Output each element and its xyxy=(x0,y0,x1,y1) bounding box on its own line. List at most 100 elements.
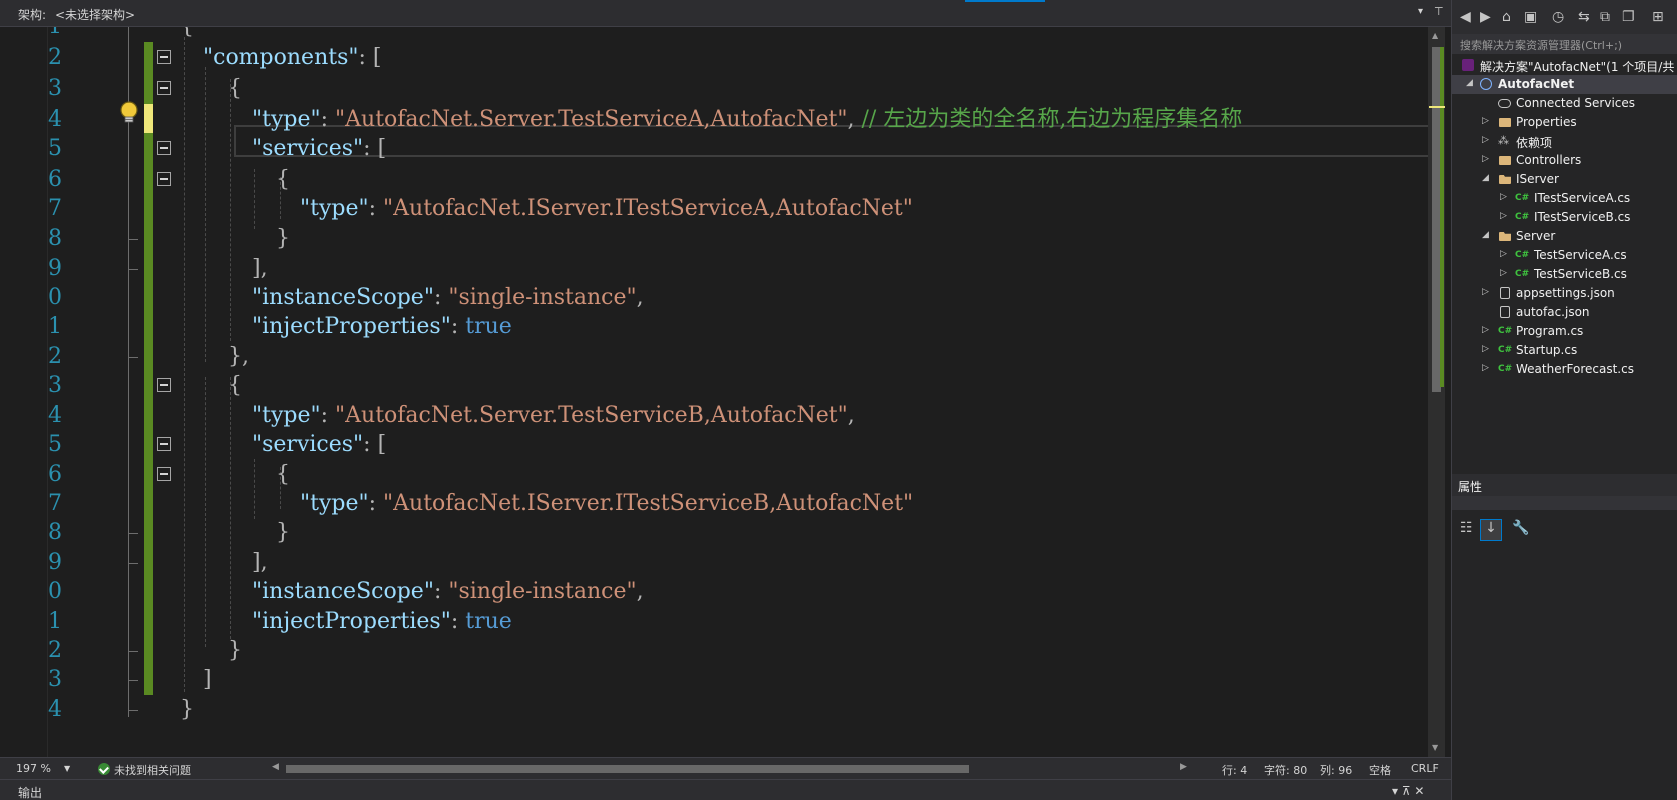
output-panel-header: 输出 ▾ ⊼ ✕ xyxy=(0,779,1451,800)
panel-controls[interactable]: ▾ ⊼ ✕ xyxy=(1392,784,1425,798)
json-file-icon xyxy=(1500,306,1510,318)
collapse-icon[interactable] xyxy=(157,467,171,481)
tree-item[interactable]: ▷ C# WeatherForecast.cs xyxy=(1452,360,1677,379)
tree-project[interactable]: ◢ AutofacNet xyxy=(1452,75,1677,94)
categorized-icon[interactable]: ☷ xyxy=(1460,520,1473,536)
change-marker xyxy=(144,547,153,578)
scroll-down-icon[interactable]: ▼ xyxy=(1432,743,1438,752)
tree-item[interactable]: ▷ C# ITestServiceB.cs xyxy=(1452,208,1677,227)
web-project-icon xyxy=(1480,78,1492,90)
expanded-icon[interactable]: ◢ xyxy=(1482,230,1489,240)
collapse-icon[interactable] xyxy=(157,141,171,155)
collapsed-icon[interactable]: ▷ xyxy=(1482,287,1489,297)
change-marker xyxy=(144,459,153,490)
tree-item[interactable]: ◢ IServer xyxy=(1452,170,1677,189)
expanded-icon[interactable]: ◢ xyxy=(1466,78,1473,88)
horizontal-scrollbar[interactable]: ◀ ▶ xyxy=(272,762,1187,776)
change-marker xyxy=(144,664,153,695)
collapse-icon[interactable] xyxy=(157,378,171,392)
collapse-all-icon[interactable]: ⧉ xyxy=(1600,9,1610,25)
collapsed-icon[interactable]: ▷ xyxy=(1500,192,1507,202)
collapse-icon[interactable] xyxy=(157,81,171,95)
back-icon[interactable]: ◀ xyxy=(1460,9,1471,25)
char-indicator[interactable]: 字符: 80 xyxy=(1264,762,1307,778)
change-marker xyxy=(144,311,153,342)
code-line: 2 "components": [ xyxy=(48,42,1428,73)
properties-icon[interactable]: ⊞ xyxy=(1652,9,1664,25)
csharp-file-icon: C# xyxy=(1515,269,1530,279)
scrollbar-thumb[interactable] xyxy=(286,765,969,773)
tree-item[interactable]: ▷ C# TestServiceB.cs xyxy=(1452,265,1677,284)
code-editor[interactable]: 架构: <未选择架构> ▾ ⊤ 1 { xyxy=(0,0,1451,800)
alphabetical-icon[interactable]: ↓ xyxy=(1480,519,1502,541)
collapse-icon[interactable] xyxy=(157,50,171,64)
forward-icon[interactable]: ▶ xyxy=(1480,9,1491,25)
tree-item[interactable]: Connected Services xyxy=(1452,94,1677,113)
issues-status[interactable]: 未找到相关问题 xyxy=(114,762,191,778)
scroll-right-icon[interactable]: ▶ xyxy=(1180,762,1187,772)
sync-icon[interactable]: ⇆ xyxy=(1578,9,1590,25)
collapse-icon[interactable] xyxy=(157,437,171,451)
collapsed-icon[interactable]: ▷ xyxy=(1500,268,1507,278)
tree-item[interactable]: ▷ C# ITestServiceA.cs xyxy=(1452,189,1677,208)
search-input[interactable]: 搜索解决方案资源管理器(Ctrl+;) xyxy=(1452,34,1677,54)
output-title[interactable]: 输出 xyxy=(18,784,42,800)
tree-item[interactable]: ▷ ⁂ 依赖项 xyxy=(1452,132,1677,151)
collapsed-icon[interactable]: ▷ xyxy=(1482,116,1489,126)
tree-item[interactable]: ▷ C# Program.cs xyxy=(1452,322,1677,341)
history-icon[interactable]: ◷ xyxy=(1552,9,1564,25)
tree-item[interactable]: ▷ C# Startup.cs xyxy=(1452,341,1677,360)
collapsed-icon[interactable]: ▷ xyxy=(1500,211,1507,221)
collapsed-icon[interactable]: ▷ xyxy=(1482,325,1489,335)
line-text: "instanceScope": "single-instance", xyxy=(252,285,644,310)
chevron-down-icon[interactable]: ▾ xyxy=(1418,6,1423,17)
scrollbar-caret-mark xyxy=(1429,106,1445,108)
col-indicator[interactable]: 列: 96 xyxy=(1320,762,1352,778)
collapsed-icon[interactable]: ▷ xyxy=(1500,249,1507,259)
tree-item[interactable]: ▷ appsettings.json xyxy=(1452,284,1677,303)
code-lines[interactable]: 1 { 2 "components": [ 3 { 4 "type": xyxy=(48,27,1428,757)
collapse-icon[interactable] xyxy=(157,172,171,186)
change-marker xyxy=(144,606,153,637)
change-marker xyxy=(144,576,153,607)
expanded-icon[interactable]: ◢ xyxy=(1482,173,1489,183)
folder-open-icon xyxy=(1498,229,1512,243)
change-marker xyxy=(144,253,153,284)
code-line: 24 } xyxy=(48,694,1428,725)
tree-item[interactable]: ▷ Controllers xyxy=(1452,151,1677,170)
line-number: 8 xyxy=(48,226,62,251)
lightbulb-icon[interactable] xyxy=(116,100,142,126)
scroll-up-icon[interactable]: ▲ xyxy=(1432,31,1438,40)
collapsed-icon[interactable]: ▷ xyxy=(1482,154,1489,164)
properties-object-selector[interactable] xyxy=(1452,496,1677,510)
scroll-left-icon[interactable]: ◀ xyxy=(272,762,279,772)
tree-item[interactable]: autofac.json xyxy=(1452,303,1677,322)
home-icon[interactable]: ⌂ xyxy=(1502,9,1511,25)
tree-item[interactable]: ◢ Server xyxy=(1452,227,1677,246)
tree-item[interactable]: ▷ C# TestServiceA.cs xyxy=(1452,246,1677,265)
row-indicator[interactable]: 行: 4 xyxy=(1222,762,1247,778)
tree-solution[interactable]: 解决方案"AutofacNet"(1 个项目/共 xyxy=(1452,56,1677,75)
show-all-files-icon[interactable]: ❐ xyxy=(1622,9,1635,25)
architecture-dropdown[interactable]: <未选择架构> xyxy=(55,6,135,23)
csharp-file-icon: C# xyxy=(1515,250,1530,260)
collapsed-icon[interactable]: ▷ xyxy=(1482,363,1489,373)
zoom-level[interactable]: 197 % xyxy=(16,762,51,775)
line-text: "type": "AutofacNet.Server.TestServiceA,… xyxy=(252,107,1243,132)
line-text: { xyxy=(276,462,290,487)
whitespace-indicator[interactable]: 空格 xyxy=(1369,762,1391,778)
code-line: 19 ], xyxy=(48,547,1428,578)
wrench-icon[interactable]: 🔧 xyxy=(1512,520,1529,536)
line-number: 18 xyxy=(48,520,62,545)
change-marker xyxy=(144,370,153,401)
chevron-down-icon[interactable]: ▼ xyxy=(64,764,70,773)
tree-item[interactable]: ▷ Properties xyxy=(1452,113,1677,132)
collapsed-icon[interactable]: ▷ xyxy=(1482,135,1489,145)
collapsed-icon[interactable]: ▷ xyxy=(1482,344,1489,354)
switch-views-icon[interactable]: ▣ xyxy=(1524,9,1537,25)
line-ending-indicator[interactable]: CRLF xyxy=(1411,762,1439,775)
change-marker xyxy=(144,223,153,254)
vertical-scrollbar[interactable]: ▲ ▼ xyxy=(1428,27,1445,757)
split-window-icon[interactable]: ⊤ xyxy=(1434,5,1444,18)
line-number: 19 xyxy=(48,550,62,575)
